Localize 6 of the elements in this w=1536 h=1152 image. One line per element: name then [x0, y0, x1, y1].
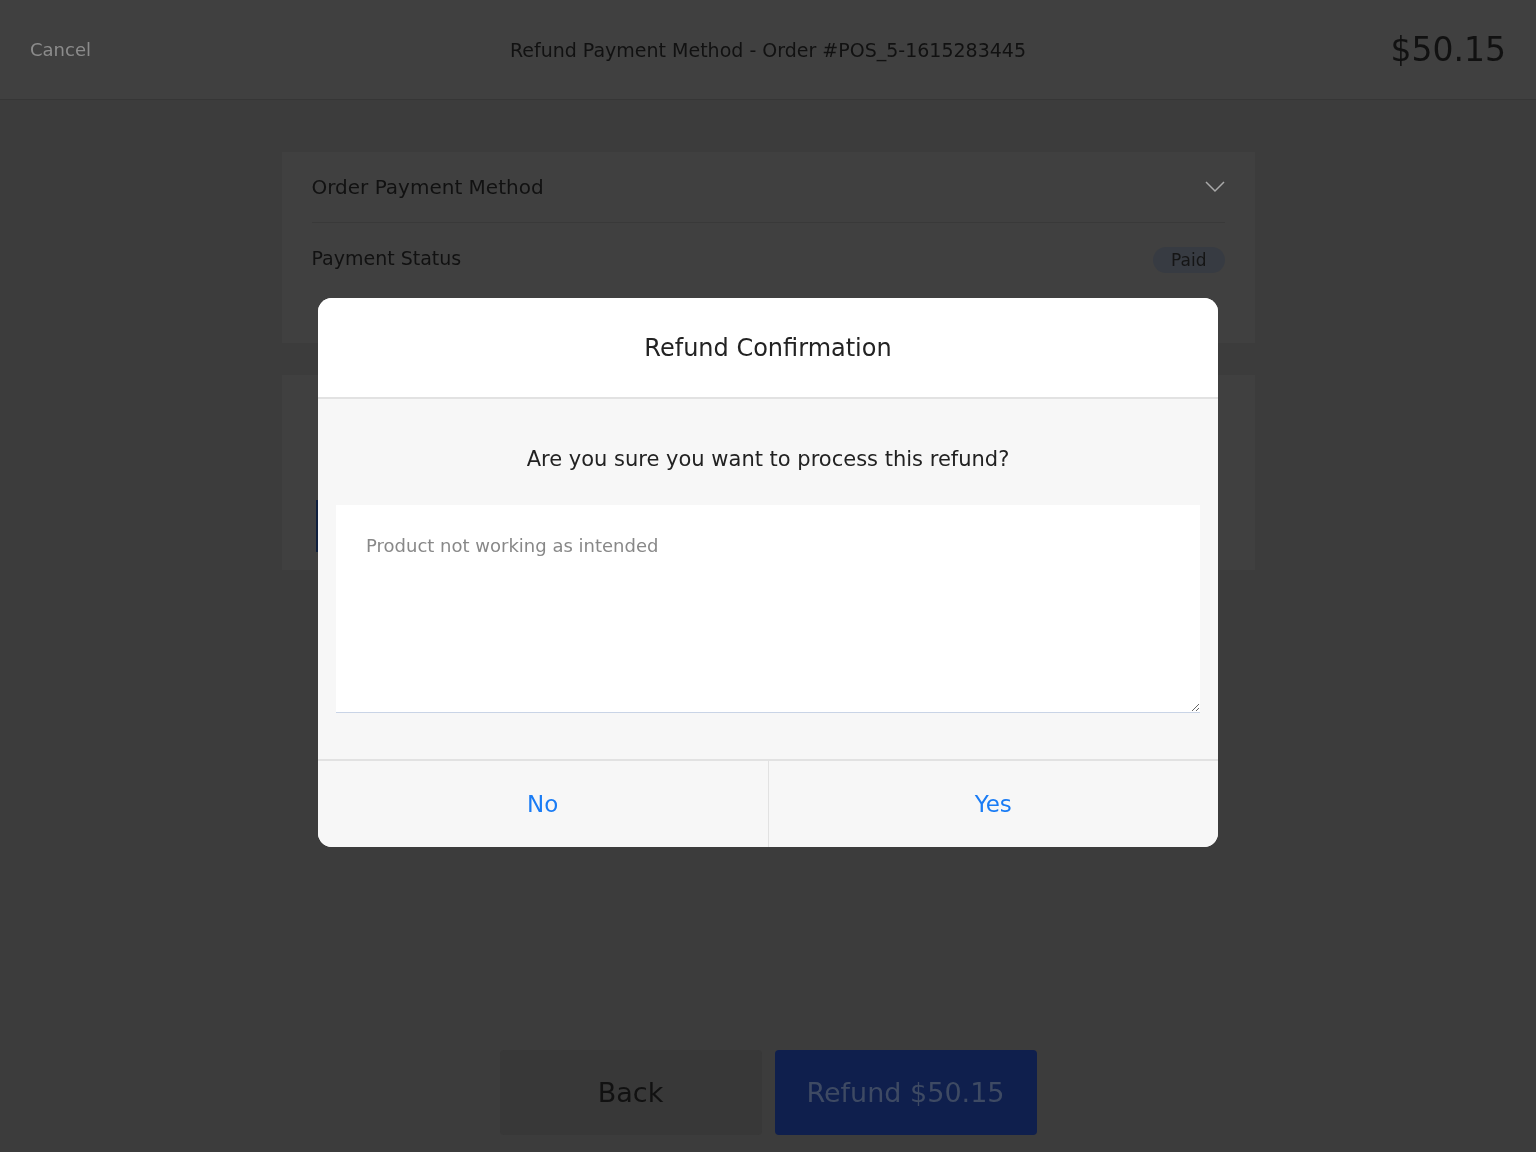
- yes-button[interactable]: Yes: [767, 761, 1218, 847]
- cancel-link[interactable]: Cancel: [30, 39, 91, 60]
- dialog-title: Refund Confirmation: [644, 333, 892, 362]
- chevron-icon[interactable]: [1204, 181, 1225, 193]
- reason-field[interactable]: Product not working as intended: [336, 505, 1200, 713]
- dialog-message: Are you sure you want to process this refund?: [526, 447, 1010, 471]
